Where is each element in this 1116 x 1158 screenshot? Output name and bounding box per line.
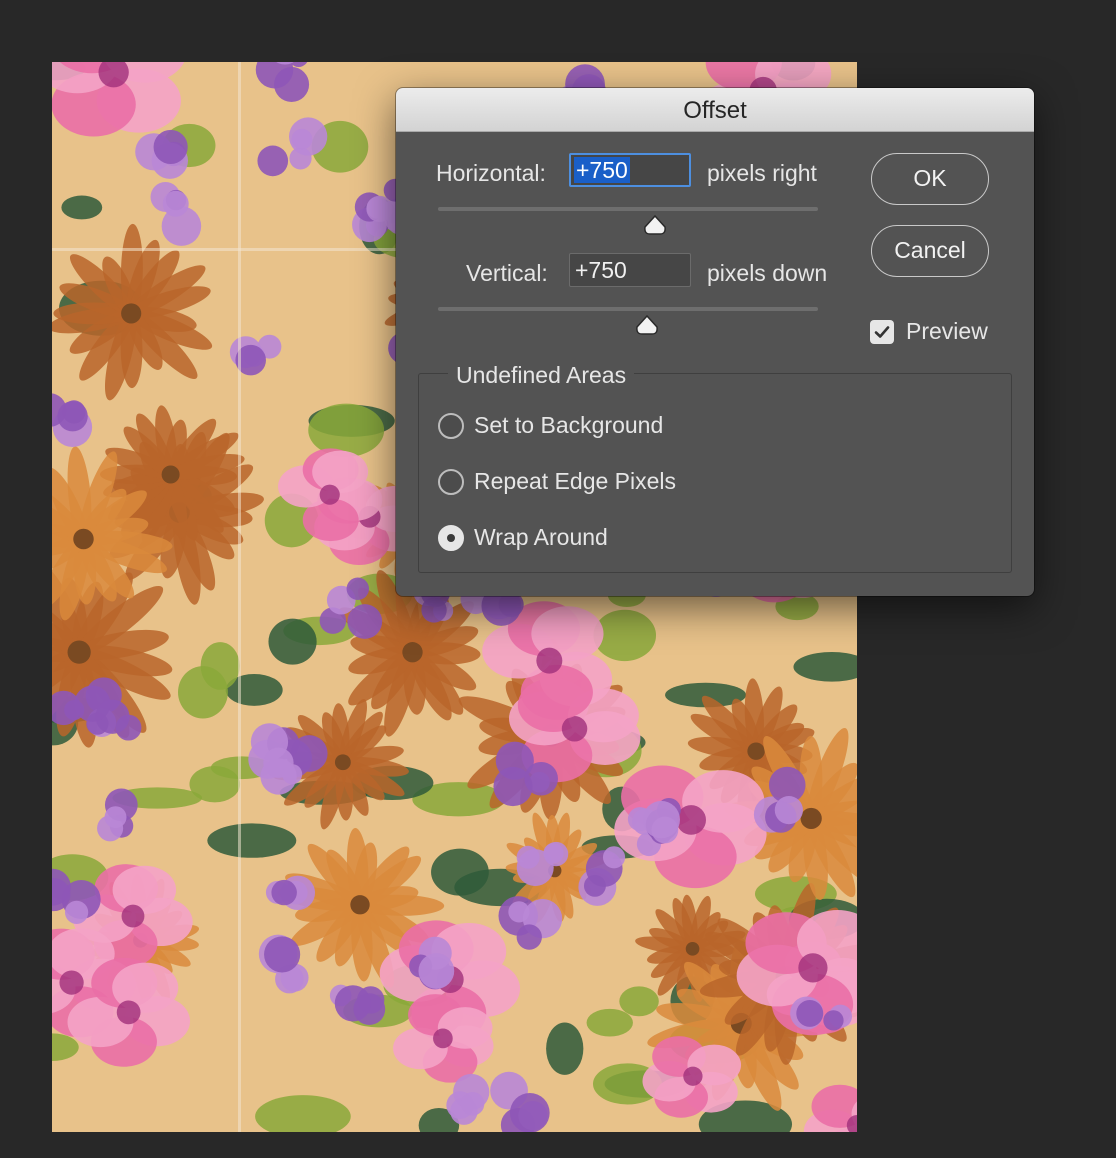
checkmark-icon: [874, 326, 890, 338]
set-to-background-radio[interactable]: [438, 413, 464, 439]
cancel-button[interactable]: Cancel: [871, 225, 989, 277]
vertical-unit-label: pixels down: [707, 260, 828, 286]
preview-label: Preview: [906, 318, 988, 344]
wrap-around-radio[interactable]: [438, 525, 464, 551]
horizontal-slider-thumb-icon[interactable]: [643, 215, 667, 235]
wrap-around-label[interactable]: Wrap Around: [474, 524, 608, 551]
vertical-slider-thumb-icon[interactable]: [635, 315, 659, 335]
dialog-title: Offset: [683, 97, 747, 124]
repeat-edge-pixels-radio[interactable]: [438, 469, 464, 495]
horizontal-label: Horizontal:: [436, 160, 546, 186]
horizontal-value: +750: [574, 157, 630, 183]
dialog-titlebar[interactable]: Offset: [396, 88, 1034, 132]
vertical-value: +750: [575, 257, 627, 283]
preview-checkbox[interactable]: [870, 320, 894, 344]
vertical-label: Vertical:: [466, 260, 548, 286]
undefined-areas-title: Undefined Areas: [448, 362, 635, 389]
ok-button[interactable]: OK: [871, 153, 989, 205]
vertical-input[interactable]: +750: [569, 253, 691, 287]
horizontal-slider-track[interactable]: [438, 207, 818, 211]
horizontal-input[interactable]: +750: [569, 153, 691, 187]
set-to-background-label[interactable]: Set to Background: [474, 412, 663, 439]
vertical-slider-track[interactable]: [438, 307, 818, 311]
offset-dialog: Offset Horizontal: +750 pixels right Ver…: [396, 88, 1034, 596]
horizontal-unit-label: pixels right: [707, 160, 817, 186]
repeat-edge-pixels-label[interactable]: Repeat Edge Pixels: [474, 468, 676, 495]
